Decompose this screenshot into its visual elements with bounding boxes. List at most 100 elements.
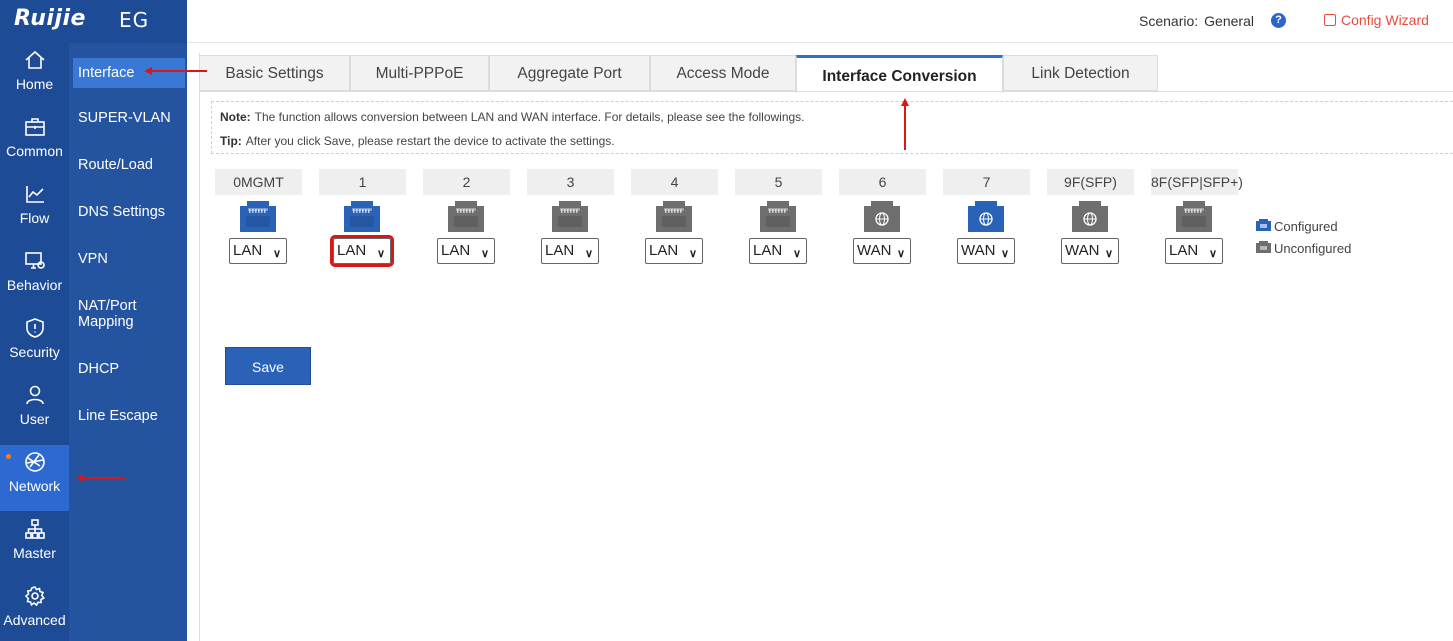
port-mode-value: LAN (649, 242, 679, 259)
port-mode-select[interactable]: LAN ∨ (229, 238, 287, 264)
port-legend: Configured Unconfigured (1255, 217, 1351, 261)
tab-interface-conversion[interactable]: Interface Conversion (796, 55, 1003, 93)
nav-item-home[interactable]: Home (0, 43, 69, 109)
port-name: 8F(SFP|SFP+) (1151, 169, 1243, 195)
wan-port-icon (968, 201, 1004, 232)
note-line: Note: The function allows conversion betw… (220, 110, 805, 124)
submenu-item-interface[interactable]: Interface (73, 58, 185, 88)
chevron-down-icon: ∨ (1208, 248, 1217, 260)
help-icon[interactable]: ? (1271, 13, 1286, 28)
chevron-down-icon: ∨ (376, 248, 385, 260)
nav-item-label: User (19, 411, 50, 427)
config-wizard-link[interactable]: Config Wizard (1324, 12, 1429, 28)
port-name: 2 (423, 169, 510, 195)
submenu-item-nat-port-mapping[interactable]: NAT/Port Mapping (73, 298, 185, 330)
port-4: 4 LAN ∨ (631, 169, 718, 264)
ethernet-port-icon (240, 201, 276, 232)
port-name: 5 (735, 169, 822, 195)
tab-access-mode[interactable]: Access Mode (650, 55, 796, 91)
submenu-item-super-vlan[interactable]: SUPER-VLAN (73, 110, 185, 126)
nav-item-security[interactable]: Security (0, 311, 69, 377)
port-mode-value: LAN (1169, 242, 1199, 259)
wan-port-icon (1072, 201, 1108, 232)
port-mode-value: LAN (441, 242, 471, 259)
note-text: The function allows conversion between L… (254, 110, 805, 124)
port-mode-value: WAN (857, 242, 892, 259)
chevron-down-icon: ∨ (272, 248, 281, 260)
gear-icon (24, 585, 46, 607)
nav-item-behavior[interactable]: Behavior (0, 244, 69, 310)
port-mode-select[interactable]: WAN ∨ (1061, 238, 1119, 264)
port-mode-select[interactable]: WAN ∨ (957, 238, 1015, 264)
port-mode-select[interactable]: WAN ∨ (853, 238, 911, 264)
ethernet-port-icon (656, 201, 692, 232)
tip-label: Tip: (220, 134, 242, 148)
port-mode-value: WAN (1065, 242, 1100, 259)
port-mode-select[interactable]: LAN ∨ (645, 238, 703, 264)
ethernet-port-icon (760, 201, 796, 232)
port-mode-select[interactable]: LAN ∨ (330, 235, 394, 267)
port-1: 1 LAN ∨ (319, 169, 406, 267)
nav-item-network[interactable]: Network (0, 445, 69, 511)
tab-aggregate-port[interactable]: Aggregate Port (489, 55, 650, 91)
router-admin-page: Ruijie EG Scenario: General ? Config Wiza… (0, 0, 1453, 641)
nav-item-label: Network (8, 478, 61, 494)
nav-item-label: Master (13, 545, 56, 561)
port-0mgmt: 0MGMT LAN ∨ (215, 169, 302, 264)
tip-text: After you click Save, please restart the… (245, 134, 615, 148)
save-button[interactable]: Save (225, 347, 311, 385)
main-nav: Home Common Flow Behavior Security User Networ… (0, 43, 69, 641)
legend-unconfigured-label: Unconfigured (1274, 241, 1352, 256)
tab-link-detection[interactable]: Link Detection (1003, 55, 1158, 91)
globe-icon (24, 451, 46, 473)
submenu-item-dns-settings[interactable]: DNS Settings (73, 204, 185, 220)
scenario-label: Scenario: (1139, 13, 1199, 29)
port-6: 6 WAN ∨ (839, 169, 926, 264)
legend-unconfigured: Unconfigured (1255, 239, 1351, 261)
port-mode-select[interactable]: LAN ∨ (541, 238, 599, 264)
submenu-item-line-escape[interactable]: Line Escape (73, 408, 185, 424)
chevron-down-icon: ∨ (792, 248, 801, 260)
scenario-indicator: Scenario: General (1139, 13, 1254, 29)
note-box: Note: The function allows conversion betw… (211, 101, 1453, 154)
chevron-down-icon: ∨ (480, 248, 489, 260)
tab-basic-settings[interactable]: Basic Settings (199, 55, 350, 91)
nav-item-label: Advanced (3, 612, 66, 628)
port-mode-select[interactable]: LAN ∨ (749, 238, 807, 264)
port-mode-value: LAN (233, 242, 263, 259)
top-bar: Ruijie EG Scenario: General ? Config Wiza… (0, 0, 1453, 43)
ethernet-port-icon (1176, 201, 1212, 232)
topology-icon (24, 518, 46, 540)
nav-item-flow[interactable]: Flow (0, 177, 69, 243)
nav-item-master[interactable]: Master (0, 512, 69, 578)
active-indicator-dot (6, 454, 11, 459)
nav-item-user[interactable]: User (0, 378, 69, 444)
scenario-value: General (1204, 13, 1254, 29)
nav-item-advanced[interactable]: Advanced (0, 579, 69, 641)
port-7: 7 WAN ∨ (943, 169, 1030, 264)
legend-configured-label: Configured (1274, 219, 1338, 234)
port-mode-value: LAN (753, 242, 783, 259)
chart-line-icon (24, 183, 46, 205)
nav-item-common[interactable]: Common (0, 110, 69, 176)
wizard-icon (1324, 14, 1336, 26)
nav-item-label: Security (9, 344, 60, 360)
chevron-down-icon: ∨ (688, 248, 697, 260)
tab-multi-pppoe[interactable]: Multi-PPPoE (350, 55, 489, 91)
port-mode-select[interactable]: LAN ∨ (437, 238, 495, 264)
submenu-item-dhcp[interactable]: DHCP (73, 361, 185, 377)
configured-port-icon (1256, 219, 1271, 231)
port-mode-select[interactable]: LAN ∨ (1165, 238, 1223, 264)
nav-item-label: Home (15, 76, 54, 92)
submenu-item-route-load[interactable]: Route/Load (73, 157, 185, 173)
port-mode-value: WAN (961, 242, 996, 259)
user-icon (24, 384, 46, 406)
chevron-down-icon: ∨ (1000, 248, 1009, 260)
port-mode-value: LAN (545, 242, 575, 259)
submenu-item-vpn[interactable]: VPN (73, 251, 185, 267)
legend-configured: Configured (1255, 217, 1351, 239)
briefcase-icon (24, 116, 46, 138)
home-icon (24, 49, 46, 71)
port-2: 2 LAN ∨ (423, 169, 510, 264)
logo-area: Ruijie EG (0, 0, 187, 43)
